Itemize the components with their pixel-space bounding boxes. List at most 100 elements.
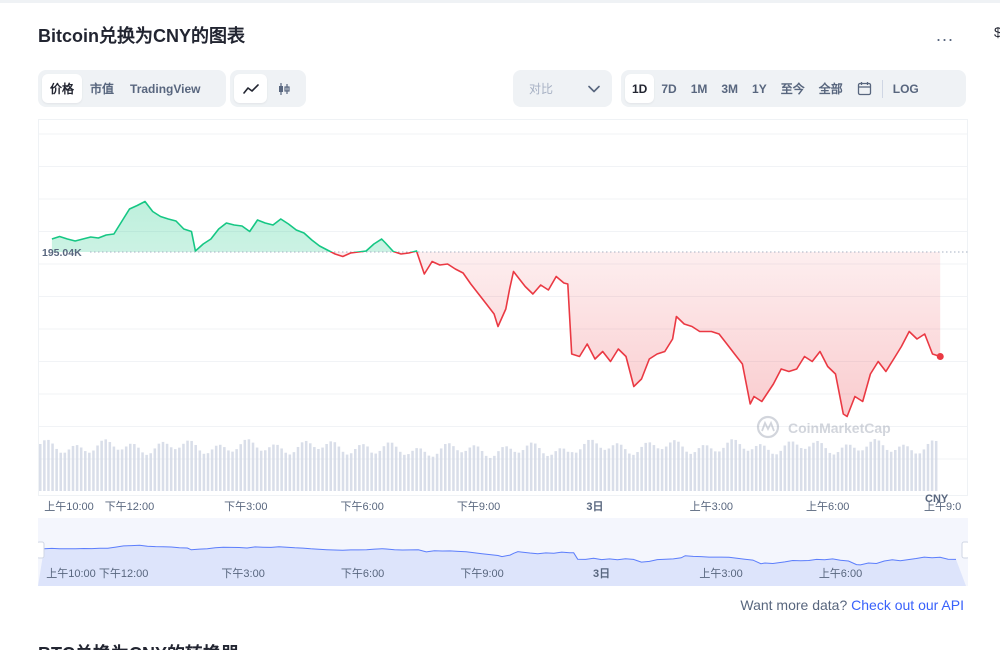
- watermark-text: CoinMarketCap: [788, 420, 891, 436]
- volume-bar: [914, 453, 917, 491]
- price-chart[interactable]: CoinMarketCap195.04KCNY上午10:00 下午12:00 下午3…: [38, 119, 968, 519]
- volume-bar: [100, 440, 103, 491]
- volume-bar: [656, 448, 660, 491]
- volume-bar: [513, 451, 517, 491]
- compare-label: 对比: [529, 82, 554, 96]
- volume-bar: [808, 446, 811, 491]
- navigator-handle-left[interactable]: [38, 541, 45, 559]
- volume-bar: [505, 446, 508, 491]
- x-tick-label: 3日: [586, 500, 603, 513]
- volume-bar: [791, 441, 795, 491]
- volume-bar: [648, 442, 652, 491]
- volume-bar: [452, 446, 455, 491]
- page-title: Bitcoin兑换为CNY的图表: [38, 26, 245, 46]
- volume-bar: [538, 448, 541, 491]
- volume-bar: [554, 451, 557, 491]
- volume-bar: [824, 448, 827, 491]
- range-navigator[interactable]: 上午10:00 下午12:00 下午3:00 下午6:00 下午9:00 3日 上午3:00…: [38, 518, 968, 586]
- volume-bar: [112, 446, 116, 491]
- volume-bar: [685, 451, 688, 491]
- x-tick-label: 上午6:00: [806, 500, 849, 513]
- volume-bar: [816, 440, 819, 491]
- volume-bar: [124, 446, 128, 491]
- api-note: Want more data? Check out our API: [740, 597, 964, 613]
- volume-bar: [579, 449, 582, 491]
- volume-bar: [382, 446, 386, 491]
- volume-bar: [439, 448, 443, 491]
- volume-bar: [448, 443, 451, 491]
- volume-bar: [165, 443, 169, 491]
- range-3m[interactable]: 3M: [714, 74, 745, 103]
- volume-bar: [689, 453, 692, 491]
- volume-bar: [714, 451, 717, 491]
- x-tick-label: 下午3:00: [224, 500, 267, 513]
- volume-bar: [906, 446, 909, 491]
- volume-bar: [574, 452, 578, 491]
- volume-bar: [251, 442, 255, 491]
- volume-bar: [726, 442, 729, 491]
- navigator-handle-right[interactable]: [961, 541, 968, 559]
- tab-market-cap[interactable]: 市值: [82, 74, 122, 103]
- volume-bar: [599, 447, 602, 491]
- volume-bar: [910, 450, 913, 491]
- volume-bar: [709, 448, 713, 491]
- volume-bar: [255, 447, 259, 491]
- volume-bar: [746, 450, 750, 491]
- volume-bar: [386, 442, 390, 491]
- tab-tradingview[interactable]: TradingView: [122, 74, 208, 103]
- volume-bar: [693, 452, 697, 491]
- range-1m[interactable]: 1M: [684, 74, 715, 103]
- volume-bar: [108, 442, 112, 491]
- volume-bar: [345, 454, 349, 491]
- x-tick-label: 上午9:0: [924, 500, 961, 513]
- range-1y[interactable]: 1Y: [745, 74, 774, 103]
- volume-bar: [849, 444, 852, 491]
- volume-bar: [104, 439, 107, 491]
- volume-bar: [313, 447, 316, 491]
- last-price-dot: [936, 353, 944, 360]
- volume-bar: [566, 451, 570, 491]
- volume-bar: [493, 455, 496, 491]
- calendar-button[interactable]: [850, 74, 879, 103]
- volume-bar: [705, 445, 709, 491]
- reference-label: 195.04K: [42, 247, 82, 259]
- volume-bar: [525, 445, 529, 491]
- range-ytd[interactable]: 至今: [774, 74, 812, 103]
- volume-bar: [96, 445, 99, 491]
- volume-bar: [934, 440, 938, 491]
- volume-bar: [562, 448, 566, 491]
- volume-bar: [247, 439, 251, 491]
- volume-bar: [664, 446, 668, 491]
- volume-bar: [534, 443, 537, 491]
- api-link[interactable]: Check out our API: [851, 597, 964, 613]
- x-tick-label: 上午10:00: [44, 500, 94, 513]
- range-1d[interactable]: 1D: [625, 74, 655, 103]
- compare-dropdown[interactable]: 对比: [513, 70, 612, 107]
- volume-bar: [603, 449, 607, 491]
- volume-bar: [394, 446, 398, 491]
- volume-bar: [484, 455, 488, 491]
- candlestick-button[interactable]: [267, 74, 300, 103]
- volume-bar: [865, 446, 868, 491]
- volume-bar: [885, 449, 889, 491]
- volume-bar: [288, 454, 292, 491]
- range-all[interactable]: 全部: [812, 74, 850, 103]
- volume-bar: [853, 447, 856, 491]
- navigator-tick-label: 上午6:00: [819, 567, 862, 580]
- volume-bar: [546, 455, 549, 491]
- volume-bar: [681, 446, 684, 491]
- top-divider: [0, 0, 1000, 3]
- volume-bar: [325, 444, 328, 491]
- range-7d[interactable]: 7D: [654, 74, 683, 103]
- volume-bar: [63, 452, 67, 491]
- line-chart-button[interactable]: [234, 74, 267, 103]
- volume-bar: [366, 446, 369, 491]
- volume-bar: [587, 439, 590, 491]
- edge-glyph: $: [994, 24, 1000, 40]
- volume-bar: [296, 446, 300, 491]
- volume-bar: [844, 444, 848, 491]
- log-scale-toggle[interactable]: LOG: [886, 74, 926, 103]
- volume-bar: [591, 439, 594, 491]
- more-options-icon[interactable]: ...: [936, 26, 954, 44]
- tab-price[interactable]: 价格: [42, 74, 83, 103]
